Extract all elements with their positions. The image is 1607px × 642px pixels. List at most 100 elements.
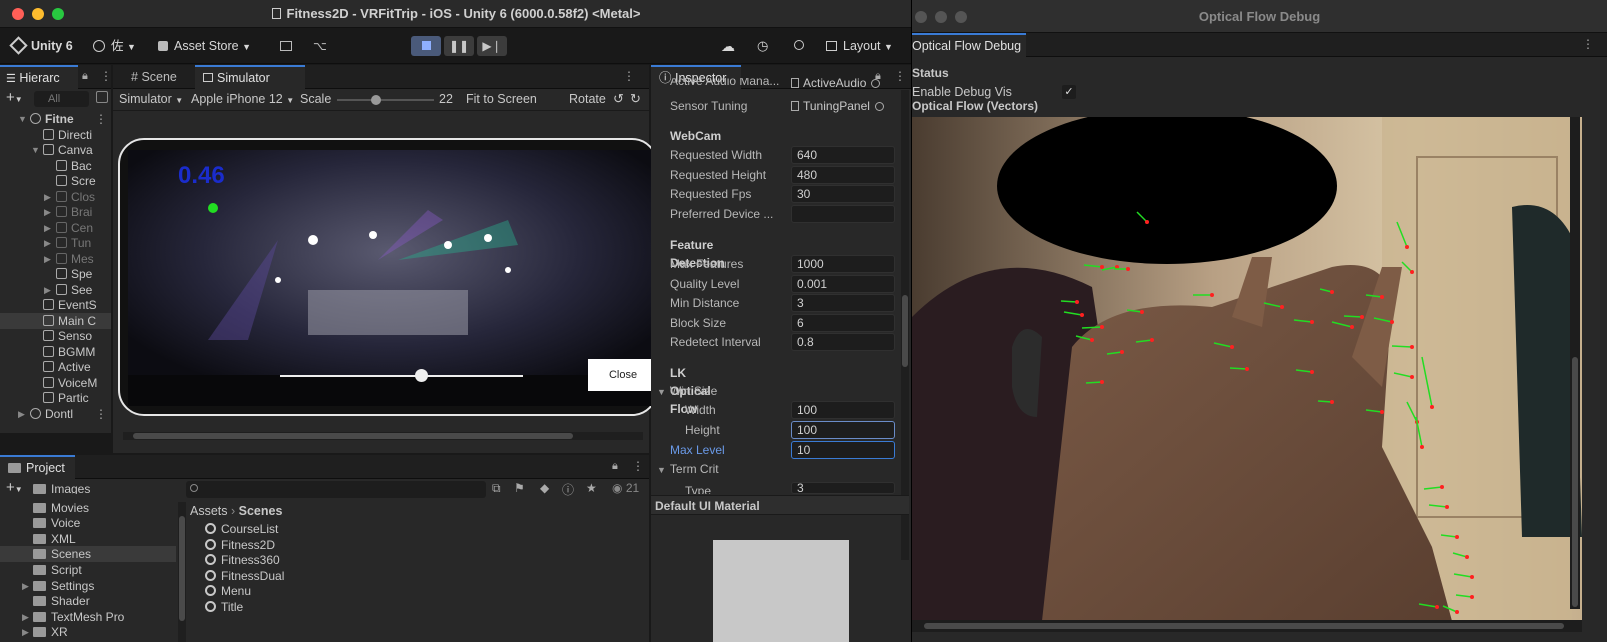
scene-asset-item[interactable]: Fitness360 [205,552,280,568]
hierarchy-item[interactable]: ▶ Clos [0,189,111,205]
hierarchy-item[interactable]: Scre [0,173,111,189]
scale-slider-knob[interactable] [370,95,381,105]
search-icon[interactable] [794,37,804,55]
hierarchy-item[interactable]: BGMM [0,344,111,360]
folder-item[interactable]: ▶ XR [0,624,176,640]
device-dropdown[interactable]: Apple iPhone 12 ▼ [191,92,294,106]
progress-slider-knob[interactable] [414,369,428,382]
project-search[interactable] [186,481,486,498]
more-icon[interactable]: ⋮ [95,111,107,127]
field-value-input[interactable]: 640 [791,146,895,164]
field-value-input[interactable]: 0.001 [791,274,895,293]
field-value-input[interactable] [791,204,895,223]
field-value-input[interactable]: 1000 [791,255,895,273]
folder-item[interactable]: Movies [0,500,176,516]
field-value-input[interactable]: 0.8 [791,333,895,351]
unity-menu-button[interactable]: Unity 6 [9,36,73,55]
warning-icon[interactable]: ⓘ [562,481,574,498]
scene-asset-item[interactable]: Title [205,599,243,615]
hierarchy-item[interactable]: ▶ Dontl ⋮ [0,406,111,422]
rotate-right-icon[interactable]: ↻ [630,91,641,107]
hierarchy-item[interactable]: Main C [0,312,111,329]
hierarchy-item[interactable]: ▼ Canva [0,142,111,158]
enable-debug-vis-checkbox[interactable]: ✓ [1062,85,1076,99]
folder-item[interactable]: XML [0,531,176,547]
chevron-right-icon[interactable]: ▶ [44,282,54,298]
asset-store-button[interactable]: Asset Store ▼ [158,37,251,55]
chevron-right-icon[interactable]: ▶ [18,406,28,422]
hierarchy-item[interactable]: Bac [0,158,111,174]
chevron-right-icon[interactable]: ▶ [44,204,54,220]
more-icon[interactable]: ⋮ [100,69,112,83]
chevron-right-icon[interactable]: ▶ [44,220,54,236]
play-button[interactable] [411,36,441,56]
step-button[interactable]: ▶❘ [477,36,507,56]
favorite-icon[interactable]: ★ [586,481,597,495]
hierarchy-item[interactable]: Senso [0,328,111,344]
tab-optical-flow-debug[interactable]: Optical Flow Debug [912,33,1026,57]
field-value-input[interactable]: 30 [791,185,895,203]
folder-item[interactable]: Scenes [0,546,176,563]
add-icon[interactable]: +▼ [6,89,23,106]
hierarchy-item[interactable]: ▶ Tun [0,235,111,251]
object-reference-field[interactable]: ActiveAudio [791,78,881,90]
hierarchy-item[interactable]: ▼ Fitne ⋮ [0,111,111,127]
hierarchy-item[interactable]: Active [0,359,111,375]
visibility-count[interactable]: ◉ 21 [612,481,639,495]
folder-item[interactable]: Shader [0,593,176,609]
scale-slider[interactable] [337,95,434,105]
simulator-mode-dropdown[interactable]: Simulator ▼ [119,92,183,106]
field-value-input[interactable]: 100 [791,421,895,439]
debug-horizontal-scrollbar[interactable] [912,620,1582,632]
filter-label-icon[interactable]: ⚑ [514,481,525,495]
more-icon[interactable]: ⋮ [623,69,635,83]
package-icon[interactable] [280,37,292,55]
object-picker-icon[interactable] [874,102,884,111]
chevron-right-icon[interactable]: ▶ [22,578,29,594]
folder-item[interactable]: Script [0,562,176,578]
fit-to-screen-button[interactable]: Fit to Screen [466,92,537,106]
object-reference-field[interactable]: TuningPanel [791,97,884,115]
field-value-input[interactable]: 3 [791,482,895,494]
scene-asset-item[interactable]: FitnessDual [205,568,284,584]
folder-item[interactable]: Voice [0,515,176,531]
more-icon[interactable]: ⋮ [95,406,107,422]
object-picker-icon[interactable] [871,79,881,88]
breadcrumb-assets[interactable]: Assets [190,504,228,518]
tab-scene[interactable]: # Scene [123,65,185,89]
rotate-left-icon[interactable]: ↺ [613,91,624,107]
hierarchy-item[interactable]: VoiceM [0,375,111,391]
scene-asset-item[interactable]: CourseList [205,521,278,537]
scene-asset-item[interactable]: Menu [205,583,251,599]
folder-item[interactable]: ▶ TextMesh Pro [0,609,176,625]
hierarchy-item[interactable]: ▶ Cen [0,220,111,236]
field-value-input[interactable]: 6 [791,313,895,332]
chevron-down-icon[interactable]: ▼ [18,111,28,127]
folder-item[interactable]: ▶ Settings [0,578,176,594]
win-size-foldout[interactable]: ▼ Win Size [657,382,717,400]
simulator-horizontal-scrollbar[interactable] [123,432,643,440]
hierarchy-item[interactable]: ▶ Brai [0,204,111,220]
chevron-right-icon[interactable]: ▶ [22,609,29,625]
folder-tree-scrollbar[interactable] [178,502,186,642]
hierarchy-item[interactable]: EventS [0,297,111,313]
folder-item[interactable]: Images [0,484,176,494]
debug-vertical-scrollbar[interactable] [1570,117,1580,609]
hierarchy-item[interactable]: Partic [0,390,111,406]
tab-simulator[interactable]: Simulator [195,65,305,89]
account-button[interactable]: 佐 ▼ [93,37,136,55]
tab-project[interactable]: Project [0,455,75,479]
cloud-icon[interactable]: ☁ [721,37,735,55]
lock-icon[interactable]: 🔒︎ [612,460,618,473]
inspector-scrollbar[interactable] [901,90,909,560]
filter-type-icon[interactable]: ⧉ [492,481,501,496]
chevron-right-icon[interactable]: ▶ [22,624,29,640]
filter-icon[interactable] [96,91,108,103]
hierarchy-item[interactable]: ▶ Mes [0,251,111,267]
field-value-input[interactable]: 100 [791,401,895,419]
history-icon[interactable]: ◷ [757,37,768,55]
term-crit-foldout[interactable]: ▼ Term Crit [657,460,719,478]
field-value-input[interactable]: 10 [791,441,895,459]
chevron-right-icon[interactable]: ▶ [44,189,54,205]
version-control-icon[interactable]: ⌥ [313,37,327,55]
